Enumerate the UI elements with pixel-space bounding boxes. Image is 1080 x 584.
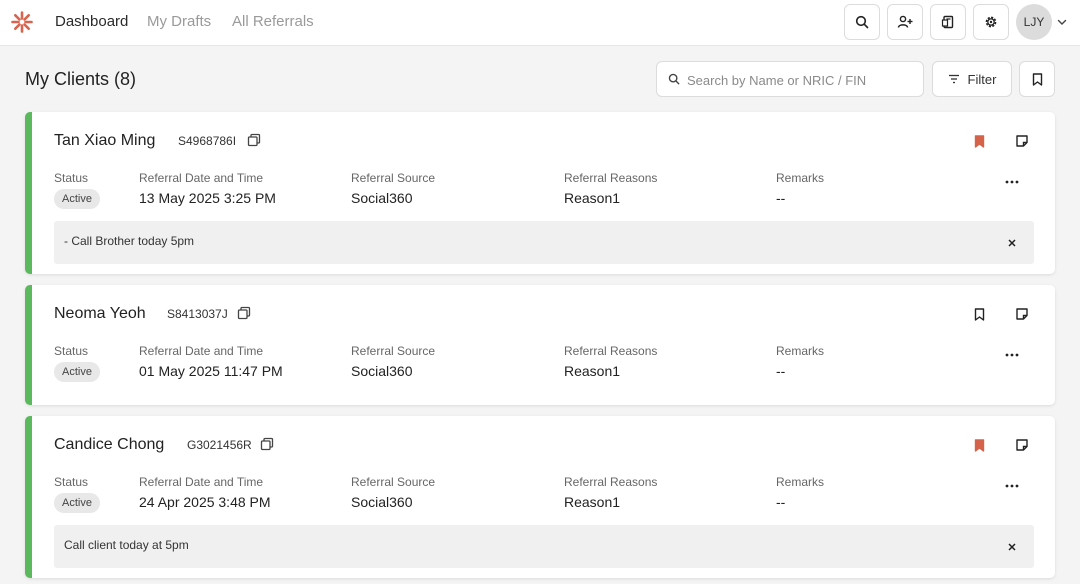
status-label: Status [54,475,89,489]
status-badge: Active [54,362,100,382]
referral-source-value: Social360 [351,494,413,510]
close-icon [1008,239,1016,247]
remarks-label: Remarks [776,171,825,185]
note-text: Call client today at 5pm [64,538,189,552]
chevron-down-icon[interactable] [1056,16,1068,28]
referral-reasons-value: Reason1 [564,363,621,379]
referral-source-value: Social360 [351,363,413,379]
client-id: S8413037J [167,307,228,321]
search-icon [855,15,869,29]
more-horizontal-icon [1005,484,1019,488]
document-icon [941,15,954,29]
referral-reasons-label: Referral Reasons [564,171,658,185]
remarks-value: -- [776,363,786,379]
client-name[interactable]: Neoma Yeoh [54,305,146,323]
close-note-button[interactable] [1004,539,1020,555]
remarks-label: Remarks [776,344,825,358]
note-icon [1016,135,1028,147]
nav-my-drafts[interactable]: My Drafts [147,13,211,30]
asterisk-logo-icon[interactable] [10,10,34,34]
bookmarks-filter-button[interactable] [1019,61,1055,97]
add-user-icon [897,15,913,28]
client-card[interactable]: Candice Chong G3021456R Status Active Re… [25,416,1055,578]
close-note-button[interactable] [1004,235,1020,251]
top-navbar: Dashboard My Drafts All Referrals LJY [0,0,1080,46]
referral-source-label: Referral Source [351,171,436,185]
bookmark-icon [974,134,984,148]
remarks-value: -- [776,494,786,510]
client-card[interactable]: Tan Xiao Ming S4968786I Status Active Re… [25,112,1055,274]
settings-button[interactable] [973,4,1009,40]
copy-icon[interactable] [237,306,251,320]
search-input[interactable] [687,70,917,90]
referral-date-value: 13 May 2025 3:25 PM [139,190,276,206]
referral-reasons-label: Referral Reasons [564,475,658,489]
bookmark-icon [1032,72,1042,86]
add-note-button[interactable] [1013,305,1031,323]
add-note-button[interactable] [1013,436,1031,454]
client-name[interactable]: Candice Chong [54,436,164,454]
note-icon [1016,439,1028,451]
search-button[interactable] [844,4,880,40]
copy-icon[interactable] [260,437,274,451]
referral-date-value: 24 Apr 2025 3:48 PM [139,494,271,510]
close-icon [1008,543,1016,551]
bookmark-icon [974,307,984,321]
search-icon [668,73,680,85]
referral-date-label: Referral Date and Time [139,344,264,358]
copy-icon[interactable] [247,133,261,147]
client-name[interactable]: Tan Xiao Ming [54,132,155,150]
referral-reasons-value: Reason1 [564,494,621,510]
client-note: Call client today at 5pm [54,525,1034,568]
referral-source-label: Referral Source [351,344,436,358]
referral-reasons-value: Reason1 [564,190,621,206]
client-id: G3021456R [187,438,252,452]
more-horizontal-icon [1005,180,1019,184]
client-id: S4968786I [178,134,237,148]
more-horizontal-icon [1005,353,1019,357]
document-button[interactable] [930,4,966,40]
nav-dashboard[interactable]: Dashboard [55,13,128,30]
add-note-button[interactable] [1013,132,1031,150]
add-user-button[interactable] [887,4,923,40]
referral-source-label: Referral Source [351,475,436,489]
bookmark-toggle[interactable] [970,305,988,323]
referral-date-label: Referral Date and Time [139,171,264,185]
filter-label: Filter [967,71,997,87]
filter-icon [948,74,959,84]
filter-button[interactable]: Filter [932,61,1012,97]
page-title: My Clients (8) [25,69,137,89]
client-card[interactable]: Neoma Yeoh S8413037J Status Active Refer… [25,285,1055,405]
bookmark-icon [974,438,984,452]
status-label: Status [54,344,89,358]
note-text: - Call Brother today 5pm [64,234,195,248]
note-icon [1016,308,1028,320]
referral-date-label: Referral Date and Time [139,475,264,489]
nav-all-referrals[interactable]: All Referrals [232,13,314,30]
status-badge: Active [54,189,100,209]
more-options-button[interactable] [1002,174,1022,190]
more-options-button[interactable] [1002,478,1022,494]
remarks-label: Remarks [776,475,825,489]
gear-icon [985,16,997,28]
status-label: Status [54,171,89,185]
bookmark-toggle[interactable] [970,132,988,150]
remarks-value: -- [776,190,786,206]
search-box [656,61,924,97]
client-note: - Call Brother today 5pm [54,221,1034,264]
referral-date-value: 01 May 2025 11:47 PM [139,363,283,379]
status-badge: Active [54,493,100,513]
bookmark-toggle[interactable] [970,436,988,454]
referral-source-value: Social360 [351,190,413,206]
referral-reasons-label: Referral Reasons [564,344,658,358]
user-avatar[interactable]: LJY [1016,4,1052,40]
more-options-button[interactable] [1002,347,1022,363]
